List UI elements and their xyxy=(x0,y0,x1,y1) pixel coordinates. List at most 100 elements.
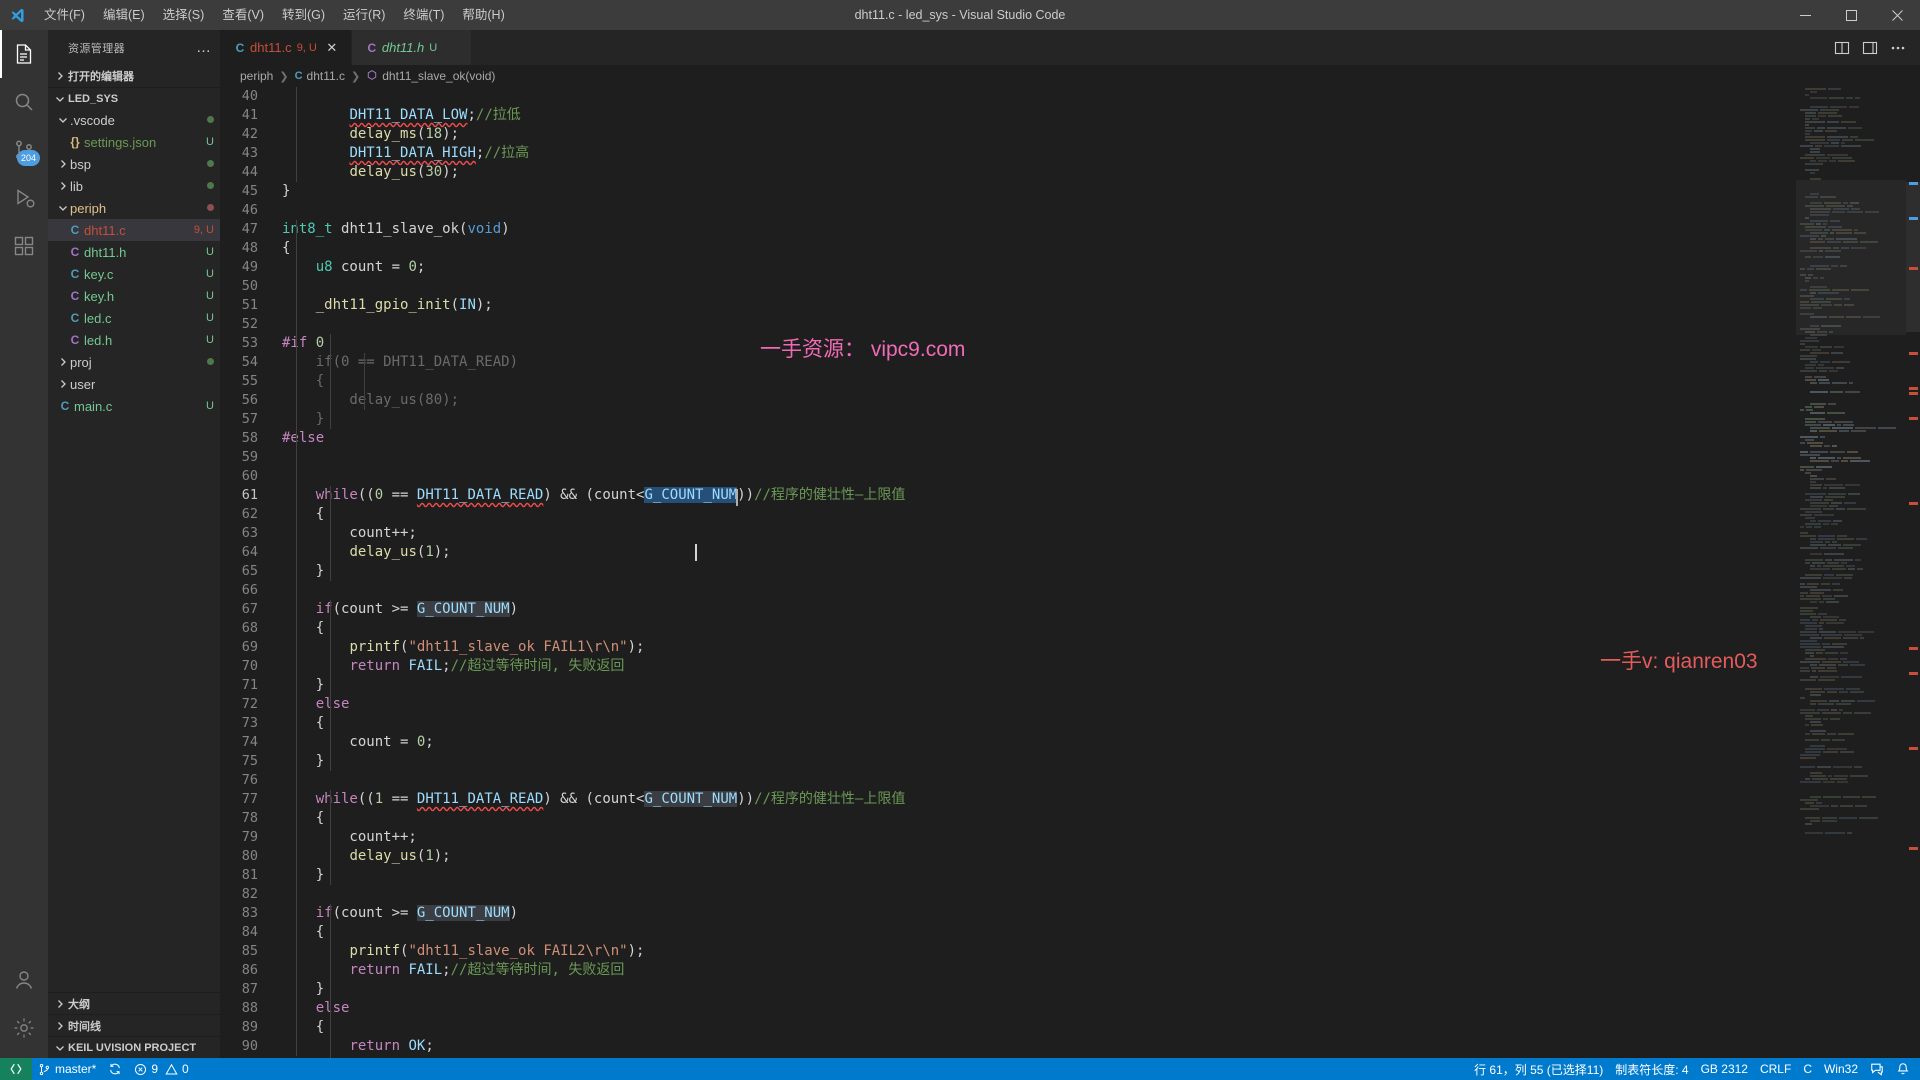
code-line[interactable]: 78 { xyxy=(220,809,1920,828)
code-line[interactable]: 73 { xyxy=(220,714,1920,733)
code-line[interactable]: 42 delay_ms(18); xyxy=(220,125,1920,144)
run-debug-icon[interactable] xyxy=(0,174,48,222)
keil-uvision-project-section[interactable]: KEIL UVISION PROJECT xyxy=(48,1036,220,1058)
tree-item-main-c[interactable]: Cmain.c U xyxy=(48,395,220,417)
editor-tab-dht11-h[interactable]: Cdht11.h U xyxy=(351,30,473,65)
minimap[interactable] xyxy=(1796,87,1906,1058)
code-line[interactable]: 56 delay_us(80); xyxy=(220,391,1920,410)
code-line[interactable]: 49 u8 count = 0; xyxy=(220,258,1920,277)
timeline-section[interactable]: 时间线 xyxy=(48,1014,220,1036)
breadcrumb-item[interactable]: dht11_slave_ok(void) xyxy=(366,69,495,84)
tree-item-led-c[interactable]: Cled.c U xyxy=(48,307,220,329)
code-line[interactable]: 72 else xyxy=(220,695,1920,714)
code-line[interactable]: 70 return FAIL;//超过等待时间, 失败返回 xyxy=(220,657,1920,676)
code-line[interactable]: 83 if(count >= G_COUNT_NUM) xyxy=(220,904,1920,923)
tree-item-dht11-h[interactable]: Cdht11.h U xyxy=(48,241,220,263)
indentation[interactable]: 制表符长度: 4 xyxy=(1609,1058,1694,1080)
git-sync[interactable] xyxy=(102,1058,128,1080)
breadcrumb-item[interactable]: Cdht11.c xyxy=(295,69,345,83)
remote-indicator[interactable] xyxy=(0,1058,32,1080)
tree-item--vscode[interactable]: .vscode xyxy=(48,109,220,131)
file-tree[interactable]: .vscode {} settings.json Ubsp lib periph Cdht1… xyxy=(48,109,220,992)
code-line[interactable]: 51 _dht11_gpio_init(IN); xyxy=(220,296,1920,315)
editor-tabs[interactable]: Cdht11.c 9, U ✕ Cdht11.h U xyxy=(220,30,473,65)
code-line[interactable]: 52 xyxy=(220,315,1920,334)
feedback-icon[interactable] xyxy=(1864,1058,1890,1080)
code-line[interactable]: 88 else xyxy=(220,999,1920,1018)
breadcrumb-item[interactable]: periph xyxy=(240,69,273,83)
code-line[interactable]: 79 count++; xyxy=(220,828,1920,847)
code-line[interactable]: 47 int8_t dht11_slave_ok(void) xyxy=(220,220,1920,239)
menu-go[interactable]: 转到(G) xyxy=(273,0,334,30)
chevron-right-icon[interactable] xyxy=(56,153,70,175)
outline-section[interactable]: 大纲 xyxy=(48,992,220,1014)
sidebar-more-actions-icon[interactable]: … xyxy=(196,40,212,55)
chevron-down-icon[interactable] xyxy=(56,197,70,219)
code-line[interactable]: 50 xyxy=(220,277,1920,296)
tree-item-bsp[interactable]: bsp xyxy=(48,153,220,175)
code-line[interactable]: 84 { xyxy=(220,923,1920,942)
tree-item-key-c[interactable]: Ckey.c U xyxy=(48,263,220,285)
code-line[interactable]: 46 xyxy=(220,201,1920,220)
open-editors-section[interactable]: 打开的编辑器 xyxy=(48,65,220,87)
code-line[interactable]: 59 xyxy=(220,448,1920,467)
git-branch[interactable]: master* xyxy=(32,1058,102,1080)
explorer-icon[interactable] xyxy=(0,30,48,78)
notifications-bell-icon[interactable] xyxy=(1890,1058,1916,1080)
layout-icon[interactable] xyxy=(1862,40,1878,56)
minimize-icon[interactable] xyxy=(1782,0,1828,30)
tree-item-user[interactable]: user xyxy=(48,373,220,395)
code-line[interactable]: 75 } xyxy=(220,752,1920,771)
close-icon[interactable] xyxy=(1874,0,1920,30)
problems-status[interactable]: 9 0 xyxy=(128,1058,194,1080)
chevron-right-icon[interactable] xyxy=(56,175,70,197)
code-line[interactable]: 53 #if 0 xyxy=(220,334,1920,353)
tree-item-led-h[interactable]: Cled.h U xyxy=(48,329,220,351)
menu-edit[interactable]: 编辑(E) xyxy=(94,0,154,30)
code-line[interactable]: 67 if(count >= G_COUNT_NUM) xyxy=(220,600,1920,619)
editor-vertical-scrollbar[interactable] xyxy=(1906,87,1920,1058)
window-controls[interactable] xyxy=(1782,0,1920,30)
code-line[interactable]: 71 } xyxy=(220,676,1920,695)
code-line[interactable]: 58 #else xyxy=(220,429,1920,448)
chevron-down-icon[interactable] xyxy=(56,109,70,131)
code-line[interactable]: 57 } xyxy=(220,410,1920,429)
menu-run[interactable]: 运行(R) xyxy=(334,0,394,30)
editor-toolbar[interactable] xyxy=(1820,30,1920,65)
workspace-root-section[interactable]: LED_SYS xyxy=(48,87,220,109)
tree-item-settings-json[interactable]: {} settings.json U xyxy=(48,131,220,153)
tree-item-key-h[interactable]: Ckey.h U xyxy=(48,285,220,307)
code-line[interactable]: 55 { xyxy=(220,372,1920,391)
code-line[interactable]: 65 } xyxy=(220,562,1920,581)
code-line[interactable]: 43 DHT11_DATA_HIGH;//拉高 xyxy=(220,144,1920,163)
code-line[interactable]: 62 { xyxy=(220,505,1920,524)
editor-tab-dht11-c[interactable]: Cdht11.c 9, U ✕ xyxy=(220,30,352,65)
split-editor-icon[interactable] xyxy=(1834,40,1850,56)
menu-view[interactable]: 查看(V) xyxy=(213,0,273,30)
code-line[interactable]: 69 printf("dht11_slave_ok FAIL1\r\n"); xyxy=(220,638,1920,657)
code-line[interactable]: 68 { xyxy=(220,619,1920,638)
code-line[interactable]: 41 DHT11_DATA_LOW;//拉低 xyxy=(220,106,1920,125)
code-line[interactable]: 44 delay_us(30); xyxy=(220,163,1920,182)
language-mode[interactable]: C xyxy=(1797,1058,1818,1080)
close-tab-icon[interactable]: ✕ xyxy=(323,40,341,56)
more-actions-icon[interactable] xyxy=(1890,40,1906,56)
menu-bar[interactable]: 文件(F) 编辑(E) 选择(S) 查看(V) 转到(G) 运行(R) 终端(T… xyxy=(35,0,514,30)
account-icon[interactable] xyxy=(0,956,48,1004)
code-line[interactable]: 89 { xyxy=(220,1018,1920,1037)
maximize-icon[interactable] xyxy=(1828,0,1874,30)
menu-selection[interactable]: 选择(S) xyxy=(154,0,214,30)
minimap-slider[interactable] xyxy=(1796,180,1906,335)
breadcrumb[interactable]: periph ❯ Cdht11.c ❯ dht11_slave_ok(void) xyxy=(220,65,1920,87)
encoding[interactable]: GB 2312 xyxy=(1695,1058,1754,1080)
code-editor[interactable]: 40 41 DHT11_DATA_LOW;//拉低 42 delay_ms(18);… xyxy=(220,87,1920,1058)
code-line[interactable]: 63 count++; xyxy=(220,524,1920,543)
code-viewport[interactable]: 40 41 DHT11_DATA_LOW;//拉低 42 delay_ms(18);… xyxy=(220,87,1920,1058)
code-line[interactable]: 87 } xyxy=(220,980,1920,999)
eol[interactable]: CRLF xyxy=(1754,1058,1797,1080)
settings-gear-icon[interactable] xyxy=(0,1004,48,1052)
code-line[interactable]: 85 printf("dht11_slave_ok FAIL2\r\n"); xyxy=(220,942,1920,961)
code-line[interactable]: 80 delay_us(1); xyxy=(220,847,1920,866)
code-line[interactable]: 74 count = 0; xyxy=(220,733,1920,752)
code-line[interactable]: 91 } xyxy=(220,1056,1920,1058)
